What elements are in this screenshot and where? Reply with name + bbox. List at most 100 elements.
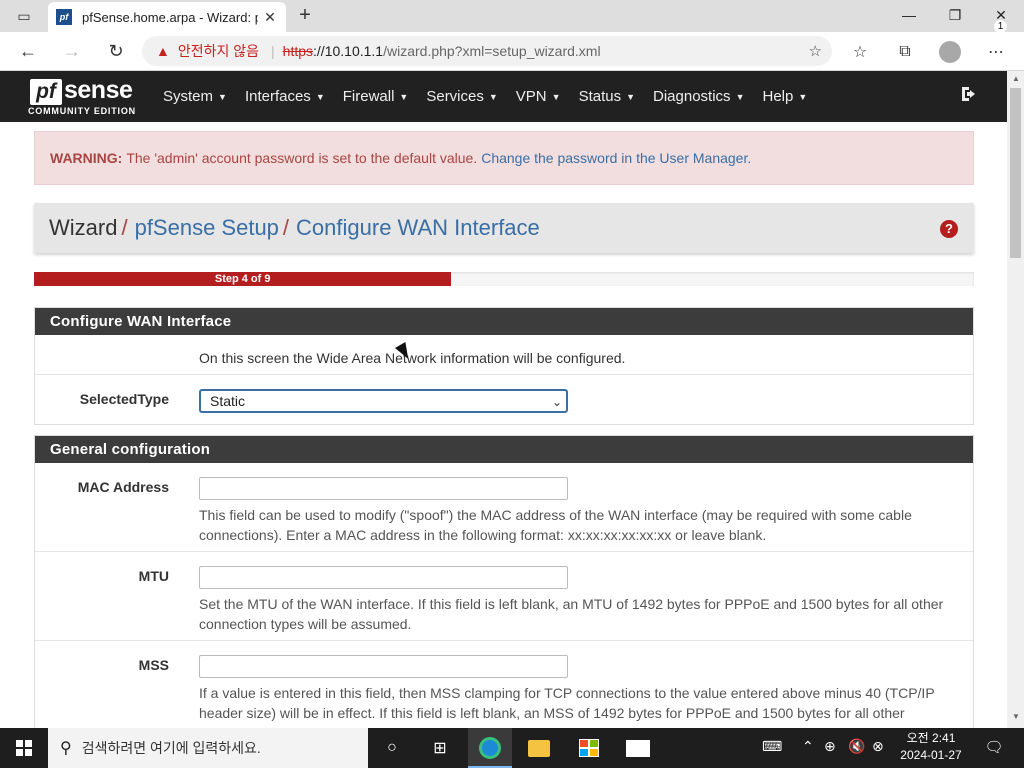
clock-time: 오전 2:41 — [906, 731, 956, 745]
intro-row: On this screen the Wide Area Network inf… — [35, 335, 973, 375]
menu-firewall[interactable]: Firewall ▼ — [343, 88, 409, 105]
web-page: pf sense COMMUNITY EDITION System ▼ Inter… — [0, 71, 1007, 728]
back-arrow-icon[interactable]: ← — [14, 38, 42, 64]
notification-count-badge: 1 — [994, 20, 1007, 33]
close-icon[interactable]: ✕ — [262, 9, 278, 26]
mac-address-input[interactable] — [199, 477, 568, 500]
edge-icon[interactable] — [478, 736, 502, 760]
menu-interfaces[interactable]: Interfaces ▼ — [245, 88, 325, 105]
url-scheme: https — [282, 43, 314, 59]
forward-arrow-icon[interactable]: → — [58, 38, 86, 64]
menu-vpn[interactable]: VPN ▼ — [516, 88, 561, 105]
mtu-input[interactable] — [199, 566, 568, 589]
logo-pf: pf — [30, 79, 62, 105]
caret-down-icon: ▼ — [315, 92, 325, 103]
plus-icon[interactable]: + — [292, 4, 318, 28]
file-explorer-icon[interactable] — [527, 736, 551, 760]
warning-text: The 'admin' account password is set to t… — [126, 150, 478, 166]
profile-icon[interactable] — [939, 41, 961, 63]
minimize-icon[interactable]: — — [886, 0, 932, 30]
url-divider: | — [271, 43, 275, 59]
caret-down-icon: ▼ — [735, 92, 745, 103]
selected-type-select[interactable]: Static ⌄ — [199, 389, 568, 413]
menu-status[interactable]: Status ▼ — [579, 88, 635, 105]
favorite-add-icon[interactable]: ☆ — [809, 42, 822, 60]
taskbar-clock[interactable]: 오전 2:41 2024-01-27 — [893, 730, 969, 764]
tab-title: pfSense.home.arpa - Wizard: pfSense Setu… — [82, 9, 258, 25]
selected-type-row: SelectedType Static ⌄ — [35, 375, 973, 424]
notification-center-icon[interactable]: 🗨 — [984, 738, 1004, 758]
collections-icon[interactable]: ⧉ — [893, 40, 917, 64]
mss-label: MSS — [138, 657, 169, 673]
wan-interface-panel: Configure WAN Interface On this screen t… — [34, 307, 974, 425]
breadcrumb-pfsense-setup[interactable]: pfSense Setup — [135, 215, 279, 241]
windows-start-icon[interactable] — [0, 728, 48, 768]
address-bar[interactable]: ▲ 안전하지 않음 | https ://10.10.1.1 /wizard.p… — [142, 36, 832, 66]
taskbar-search-box[interactable]: ⚲ 검색하려면 여기에 입력하세요. — [48, 728, 368, 768]
mtu-help: Set the MTU of the WAN interface. If thi… — [199, 596, 944, 632]
caret-down-icon: ▼ — [626, 92, 636, 103]
more-icon[interactable]: ⋯ — [984, 40, 1008, 64]
mtu-row: MTU Set the MTU of the WAN interface. If… — [35, 552, 973, 641]
windows-taskbar: ⚲ 검색하려면 여기에 입력하세요. ○ ⊞ ⌨ ⌃ ⊕ 🔇 ⊗ 오전 2:41… — [0, 728, 1024, 768]
menu-system[interactable]: System ▼ — [163, 88, 227, 105]
mac-address-label: MAC Address — [77, 479, 169, 495]
logout-icon[interactable] — [960, 85, 982, 105]
mss-help: If a value is entered in this field, the… — [199, 685, 935, 721]
pfsense-logo[interactable]: pf sense COMMUNITY EDITION — [28, 76, 148, 118]
restore-icon[interactable]: ❐ — [932, 0, 978, 30]
scroll-up-icon[interactable]: ▲ — [1012, 74, 1020, 83]
not-secure-label: 안전하지 않음 — [177, 43, 260, 59]
help-icon[interactable]: ? — [940, 220, 958, 238]
intro-text: On this screen the Wide Area Network inf… — [199, 350, 626, 366]
admin-password-warning: WARNING: The 'admin' account password is… — [34, 131, 974, 185]
warning-icon: ▲ — [156, 43, 170, 59]
menu-diagnostics[interactable]: Diagnostics ▼ — [653, 88, 744, 105]
caret-down-icon: ▼ — [798, 92, 808, 103]
scrollbar-thumb[interactable] — [1010, 88, 1021, 258]
clock-date: 2024-01-27 — [900, 748, 962, 762]
caret-down-icon: ▼ — [551, 92, 561, 103]
breadcrumb-separator: / — [121, 215, 128, 240]
browser-tab[interactable]: pf pfSense.home.arpa - Wizard: pfSense S… — [48, 2, 286, 32]
task-view-icon[interactable]: ⊞ — [428, 736, 452, 760]
breadcrumb-separator: / — [282, 215, 290, 240]
user-manager-link[interactable]: Change the password in the User Manager. — [481, 150, 751, 166]
favorites-icon[interactable]: ☆ — [848, 40, 872, 64]
cortana-icon[interactable]: ○ — [380, 736, 404, 760]
store-icon[interactable] — [577, 736, 601, 760]
breadcrumb: Wizard / pfSense Setup / Configure WAN I… — [34, 203, 974, 253]
breadcrumb-configure-wan[interactable]: Configure WAN Interface — [296, 215, 540, 241]
mss-row: MSS If a value is entered in this field,… — [35, 641, 973, 728]
caret-down-icon: ▼ — [218, 92, 227, 103]
main-menu: System ▼ Interfaces ▼ Firewall ▼ Services ▼ … — [163, 71, 825, 122]
mss-input[interactable] — [199, 655, 568, 678]
error-status-icon[interactable]: ⊗ — [872, 738, 884, 755]
menu-help[interactable]: Help ▼ — [762, 88, 807, 105]
menu-services[interactable]: Services ▼ — [426, 88, 497, 105]
wizard-progress-bar: Step 4 of 9 — [34, 272, 974, 286]
mac-address-help: This field can be used to modify ("spoof… — [199, 507, 912, 543]
logo-edition: COMMUNITY EDITION — [28, 106, 136, 116]
caret-down-icon: ▼ — [488, 92, 498, 103]
tab-actions-icon[interactable]: ▭ — [8, 6, 40, 26]
mail-icon[interactable] — [626, 736, 650, 760]
network-icon[interactable]: ⊕ — [824, 738, 836, 755]
panel-title: Configure WAN Interface — [35, 308, 973, 335]
scroll-down-icon[interactable]: ▼ — [1012, 712, 1020, 721]
mtu-label: MTU — [138, 568, 169, 584]
url-host: ://10.10.1.1 — [313, 43, 384, 59]
wizard-progress-fill: Step 4 of 9 — [34, 272, 452, 286]
show-hidden-icons-icon[interactable]: ⌃ — [802, 738, 814, 755]
logo-sense: sense — [64, 76, 133, 104]
selected-type-value: Static — [210, 393, 246, 409]
caret-down-icon: ▼ — [399, 92, 409, 103]
selected-type-label: SelectedType — [79, 391, 169, 407]
browser-toolbar: ← → ↻ ▲ 안전하지 않음 | https ://10.10.1.1 /wi… — [0, 32, 1024, 71]
search-placeholder: 검색하려면 여기에 입력하세요. — [81, 740, 261, 756]
refresh-icon[interactable]: ↻ — [102, 38, 130, 64]
keyboard-icon[interactable]: ⌨ — [762, 738, 782, 755]
volume-muted-icon[interactable]: 🔇 — [848, 738, 865, 755]
url-path: /wizard.php?xml=setup_wizard.xml — [383, 43, 601, 59]
browser-tab-strip: ▭ pf pfSense.home.arpa - Wizard: pfSense… — [0, 0, 1024, 32]
